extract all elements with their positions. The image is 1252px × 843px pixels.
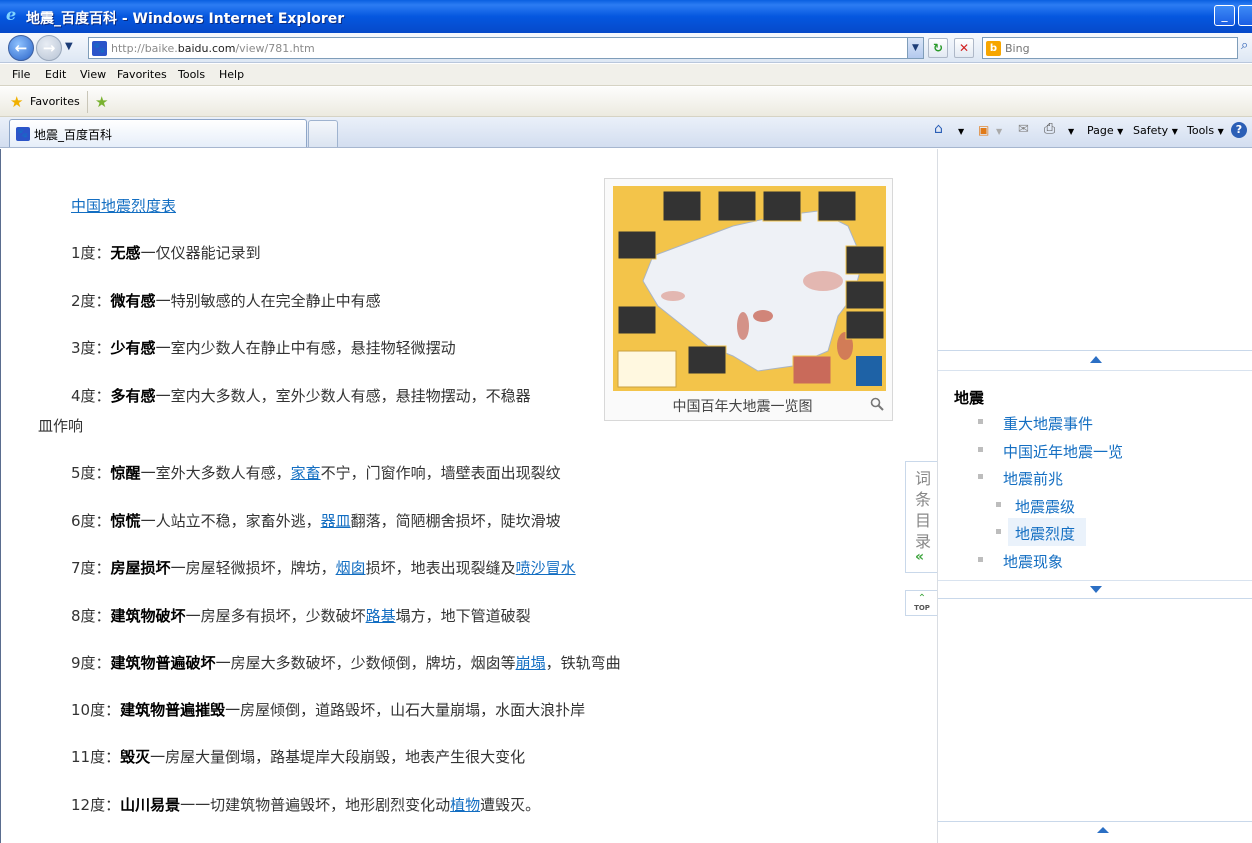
toc-bullet <box>978 419 983 424</box>
menu-favorites[interactable]: Favorites <box>117 68 167 81</box>
intensity-line-8: 8度：建筑物破坏一房屋多有损坏，少数破坏路基塌方，地下管道破裂 <box>71 607 531 625</box>
toc-item-phenomena[interactable]: 地震现象 <box>1003 551 1063 572</box>
baidu-favicon-icon: 🐾 <box>92 41 107 56</box>
menu-tools[interactable]: Tools <box>178 68 205 81</box>
toc-bullet <box>996 502 1001 507</box>
tab-bar: 🐾 地震_百度百科 ⌂ ▼ ▣ ▼ ✉ ⎙ ▼ Page ▼ Safety ▼ … <box>0 117 1252 148</box>
link-plants[interactable]: 植物 <box>450 796 480 814</box>
safety-menu[interactable]: Safety ▼ <box>1133 124 1178 137</box>
toc-item-major-events[interactable]: 重大地震事件 <box>1003 413 1093 434</box>
sidebar: 地震 重大地震事件 中国近年地震一览 地震前兆 地震震级 地震烈度 地震现象 <box>937 149 1252 843</box>
home-dropdown-icon[interactable]: ▼ <box>958 127 964 136</box>
forward-button[interactable]: → <box>36 35 62 61</box>
tab-title: 地震_百度百科 <box>34 128 113 142</box>
up-arrow-icon: ⌃ <box>917 593 927 604</box>
search-box[interactable]: b <box>982 37 1238 59</box>
intensity-line-4-continued: 皿作响 <box>38 417 84 435</box>
back-button[interactable]: ← <box>8 35 34 61</box>
intensity-table-link[interactable]: 中国地震烈度表 <box>71 195 176 216</box>
toc-bullet <box>978 447 983 452</box>
tab-active[interactable]: 🐾 地震_百度百科 <box>9 119 307 147</box>
intensity-line-11: 11度：毁灭一房屋大量倒塌，路基堤岸大段崩毁，地表产生很大变化 <box>71 748 526 766</box>
menu-help[interactable]: Help <box>219 68 244 81</box>
intensity-line-5: 5度：惊醒一室外大多数人有感，家畜不宁，门窗作响，墙壁表面出现裂纹 <box>71 464 561 482</box>
history-dropdown-icon[interactable]: ▼ <box>65 41 73 52</box>
intensity-line-12: 12度：山川易景一一切建筑物普遍毁坏，地形剧烈变化动植物遭毁灭。 <box>71 796 541 814</box>
intensity-line-6: 6度：惊慌一人站立不稳，家畜外逃，器皿翻落，简陋棚舍损坏，陡坎滑坡 <box>71 512 561 530</box>
address-dropdown-icon[interactable]: ▼ <box>907 38 923 58</box>
maximize-button[interactable] <box>1238 5 1252 26</box>
back-to-top-button[interactable]: ⌃ TOP <box>905 590 938 616</box>
toc-item-recent-list[interactable]: 中国近年地震一览 <box>1003 441 1123 462</box>
page-content: 中国地震烈度表 1度：无感一仅仪器能记录到 2度：微有感一特别敏感的人在完全静止… <box>0 149 1252 843</box>
link-utensils[interactable]: 器皿 <box>321 512 351 530</box>
intensity-line-9: 9度：建筑物普遍破坏一房屋大多数破坏，少数倾倒，牌坊，烟囱等崩塌，铁轨弯曲 <box>71 654 621 672</box>
menu-edit[interactable]: Edit <box>45 68 66 81</box>
menu-file[interactable]: File <box>12 68 30 81</box>
toc-bullet <box>978 557 983 562</box>
mail-icon[interactable]: ✉ <box>1018 122 1029 137</box>
baidu-tab-favicon-icon: 🐾 <box>16 127 30 141</box>
toc-bullet <box>996 529 1001 534</box>
navigation-bar: ← → ▼ 🐾 http://baike.baidu.com/view/781.… <box>0 33 1252 63</box>
bing-icon: b <box>986 41 1001 56</box>
new-tab-button[interactable] <box>308 120 338 147</box>
address-url[interactable]: http://baike.baidu.com/view/781.htm <box>111 42 315 55</box>
intensity-line-10: 10度：建筑物普遍摧毁一房屋倾倒，道路毁坏，山石大量崩塌，水面大浪扑岸 <box>71 701 586 719</box>
link-chimney[interactable]: 烟囱 <box>336 559 366 577</box>
add-favorite-icon[interactable]: ★ <box>95 93 108 111</box>
print-icon[interactable]: ⎙ <box>1044 121 1055 137</box>
earthquake-map-figure[interactable]: 中国百年大地震一览图 <box>604 178 893 421</box>
separator <box>87 91 88 113</box>
toc-toggle-tab[interactable]: 词条目录 « <box>905 461 938 573</box>
intensity-line-3: 3度：少有感一室内少数人在静止中有感，悬挂物轻微摆动 <box>71 339 456 357</box>
menu-bar: File Edit View Favorites Tools Help <box>0 64 1252 86</box>
menu-view[interactable]: View <box>80 68 106 81</box>
toc-item-precursors[interactable]: 地震前兆 <box>1003 468 1063 489</box>
refresh-button[interactable]: ↻ <box>928 38 948 58</box>
page-menu[interactable]: Page ▼ <box>1087 124 1123 137</box>
minimize-button[interactable]: _ <box>1214 5 1235 26</box>
favorites-star-icon: ★ <box>10 93 24 111</box>
table-of-contents: 地震 重大地震事件 中国近年地震一览 地震前兆 地震震级 地震烈度 地震现象 <box>938 350 1252 599</box>
stop-button[interactable]: ✕ <box>954 38 974 58</box>
favorites-button[interactable]: Favorites <box>30 95 80 108</box>
link-collapse[interactable]: 崩塌 <box>516 654 546 672</box>
toc-item-intensity[interactable]: 地震烈度 <box>1015 523 1075 544</box>
toc-item-magnitude[interactable]: 地震震级 <box>1015 496 1075 517</box>
ie-logo-icon: e <box>6 5 17 24</box>
intensity-line-4: 4度：多有感一室内大多数人，室外少数人有感，悬挂物摆动，不稳器 <box>71 387 531 405</box>
window-title: 地震_百度百科 - Windows Internet Explorer <box>26 11 345 27</box>
link-roadbed[interactable]: 路基 <box>366 607 396 625</box>
favorites-bar: ★ Favorites ★ <box>0 87 1252 117</box>
search-icon[interactable]: ⌕ <box>1241 38 1248 53</box>
china-earthquake-map-image[interactable] <box>613 186 886 391</box>
collapse-chevron-icon[interactable]: « <box>915 549 924 565</box>
feeds-dropdown-icon: ▼ <box>996 127 1003 136</box>
feeds-icon[interactable]: ▣ <box>978 123 989 137</box>
intensity-line-1: 1度：无感一仅仪器能记录到 <box>71 244 261 262</box>
figure-caption: 中国百年大地震一览图 <box>672 399 813 415</box>
magnify-icon[interactable] <box>870 397 884 411</box>
toc-scroll-up-button[interactable] <box>938 351 1252 369</box>
intensity-line-7: 7度：房屋损坏一房屋轻微损坏，牌坊，烟囱损坏，地表出现裂缝及喷沙冒水 <box>71 559 576 577</box>
search-input[interactable] <box>1005 40 1230 56</box>
tools-menu[interactable]: Tools ▼ <box>1187 124 1224 137</box>
link-livestock[interactable]: 家畜 <box>291 464 321 482</box>
help-icon[interactable]: ? <box>1231 122 1247 138</box>
toc-bullet <box>978 474 983 479</box>
intensity-line-2: 2度：微有感一特别敏感的人在完全静止中有感 <box>71 292 381 310</box>
home-icon[interactable]: ⌂ <box>934 121 943 137</box>
link-sand-boil[interactable]: 喷沙冒水 <box>516 559 576 577</box>
divider <box>938 370 1252 371</box>
print-dropdown-icon[interactable]: ▼ <box>1068 127 1074 136</box>
address-bar[interactable]: 🐾 http://baike.baidu.com/view/781.htm ▼ <box>88 37 924 59</box>
sidebar-bottom-scroll[interactable] <box>938 821 1252 843</box>
toc-tab-label: 词条目录 <box>914 469 931 551</box>
toc-title: 地震 <box>954 389 985 407</box>
toc-scroll-down-button[interactable] <box>938 581 1252 599</box>
title-bar: e 地震_百度百科 - Windows Internet Explorer _ <box>0 0 1252 33</box>
